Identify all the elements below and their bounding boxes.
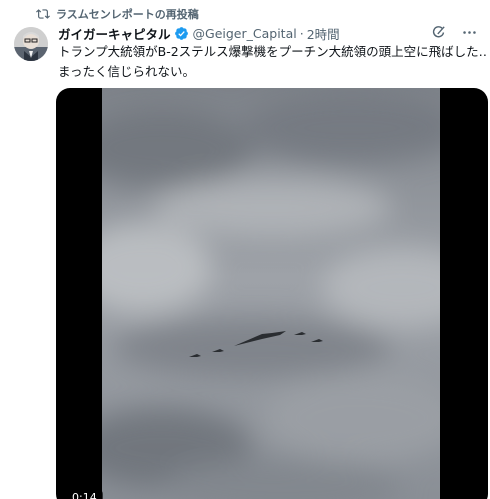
more-icon[interactable] (461, 24, 478, 41)
separator: · (299, 25, 304, 41)
grok-icon[interactable] (430, 24, 447, 41)
tweet-text-line: まったく信じられない。 (58, 64, 196, 79)
tweet-card[interactable]: ラスムセンレポートの再投稿 ガイガーキャピタル @Geiger_Capital … (0, 0, 490, 499)
verified-badge-icon (174, 26, 188, 40)
avatar[interactable] (14, 27, 48, 61)
tweet-header: ガイガーキャピタル @Geiger_Capital · 2時間 (58, 24, 480, 42)
video-timestamp: 0:14 (66, 490, 103, 499)
timestamp-link[interactable]: 2時間 (307, 24, 340, 43)
tweet-text: トランプ大統領がB-2ステルス爆撃機をプーチン大統領の頭上空に飛ばした… まった… (58, 42, 488, 82)
video-still (102, 88, 440, 499)
avatar-image (14, 27, 48, 61)
display-name[interactable]: ガイガーキャピタル (58, 24, 171, 43)
repost-indicator[interactable]: ラスムセンレポートの再投稿 (36, 6, 199, 22)
repost-label: ラスムセンレポートの再投稿 (56, 8, 199, 21)
tweet-text-line: トランプ大統領がB-2ステルス爆撃機をプーチン大統領の頭上空に飛ばした… (58, 44, 488, 59)
video-frame[interactable] (102, 88, 440, 499)
repost-icon (36, 9, 50, 19)
handle[interactable]: @Geiger_Capital (193, 26, 297, 41)
video-player[interactable]: 0:14 (56, 88, 488, 499)
